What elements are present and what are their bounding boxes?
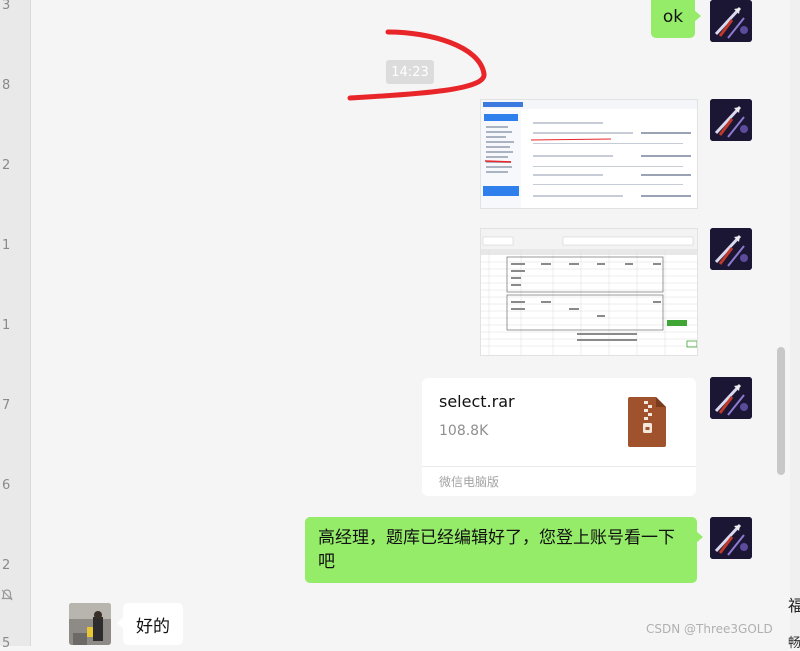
gutter-digit: 8 [2, 78, 11, 93]
self-avatar[interactable] [710, 517, 752, 559]
gutter-digit: 3 [2, 0, 11, 13]
file-name: select.rar [439, 392, 515, 411]
left-pane-gutter: 3 8 2 1 1 7 6 2 5 [0, 0, 31, 651]
right-gutter-char: 畅 [788, 636, 800, 651]
file-source-label: 微信电脑版 [439, 475, 500, 489]
watermark-text: CSDN @Three3GOLD [646, 622, 773, 636]
spreadsheet-thumbnail [481, 229, 697, 355]
self-avatar[interactable] [710, 228, 752, 270]
avatar-art-icon [710, 228, 752, 270]
self-avatar[interactable] [710, 377, 752, 419]
self-avatar[interactable] [710, 99, 752, 141]
gutter-digit: 5 [2, 636, 11, 651]
image-message-spreadsheet[interactable] [480, 228, 698, 356]
web-admin-thumbnail [481, 100, 697, 208]
gutter-digit: 2 [2, 158, 11, 173]
avatar-photo-icon [69, 603, 111, 645]
zip-archive-icon [628, 397, 666, 447]
message-bubble-self[interactable]: ok [651, 0, 701, 38]
message-bubble-self[interactable]: 高经理，题库已经编辑好了，您登上账号看一下吧 [305, 517, 703, 583]
gutter-digit: 1 [2, 238, 11, 253]
mute-bell-icon [1, 589, 13, 601]
avatar-art-icon [710, 0, 752, 42]
gutter-digit: 1 [2, 318, 11, 333]
message-text: 好的 [136, 616, 170, 637]
avatar-art-icon [710, 377, 752, 419]
right-pane-gutter: 福 畅 [788, 0, 800, 651]
file-card-divider [422, 466, 696, 467]
chat-scrollbar-thumb[interactable] [777, 347, 785, 475]
gutter-digit: 2 [2, 558, 11, 573]
message-text: ok [662, 7, 684, 27]
file-message-card[interactable]: select.rar 108.8K 微信电脑版 [422, 378, 696, 496]
gutter-digit: 6 [2, 478, 11, 493]
image-message-screenshot[interactable] [480, 99, 698, 209]
message-bubble-contact[interactable]: 好的 [117, 603, 183, 645]
avatar-art-icon [710, 99, 752, 141]
gutter-digit: 7 [2, 398, 11, 413]
right-gutter-char: 福 [788, 596, 800, 615]
message-text: 高经理，题库已经编辑好了，您登上账号看一下吧 [318, 528, 675, 572]
self-avatar[interactable] [710, 0, 752, 42]
red-annotation-stroke [347, 29, 487, 101]
avatar-art-icon [710, 517, 752, 559]
file-size: 108.8K [439, 423, 489, 439]
contact-avatar[interactable] [69, 603, 111, 645]
